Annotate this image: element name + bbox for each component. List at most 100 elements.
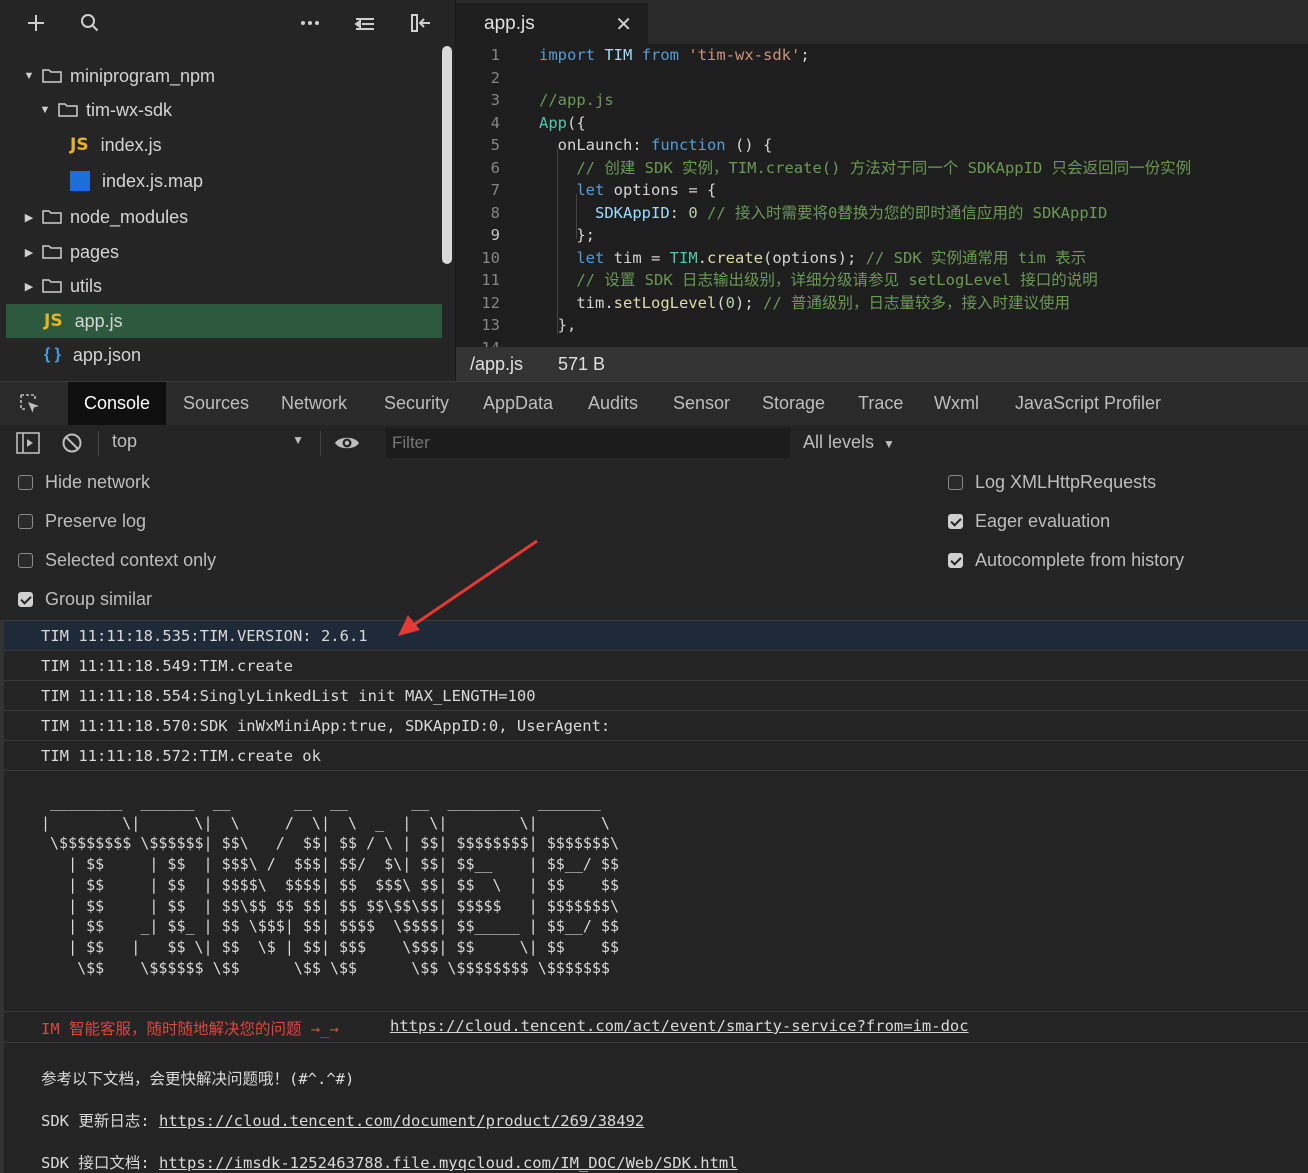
tab-sensor[interactable]: Sensor: [673, 382, 730, 425]
sidebar-toggle-icon[interactable]: [406, 8, 436, 38]
code-line: 7 let options = {: [456, 179, 1308, 201]
folder-open-icon: [58, 103, 78, 117]
autocomplete-from-history-option[interactable]: Autocomplete from history: [948, 550, 1184, 571]
dropdown-arrow-icon: ▼: [883, 437, 895, 451]
api-label: SDK 接口文档:: [41, 1154, 159, 1172]
levels-select[interactable]: All levels ▼: [803, 432, 895, 453]
tree-folder-tim-wx-sdk[interactable]: ▼ tim-wx-sdk: [6, 93, 442, 127]
close-icon[interactable]: ✕: [615, 12, 632, 37]
api-doc-link[interactable]: https://imsdk-1252463788.file.myqcloud.c…: [159, 1154, 738, 1172]
hide-network-option[interactable]: Hide network: [18, 472, 150, 493]
checkbox-checked[interactable]: [948, 553, 963, 568]
line-number: 2: [490, 69, 500, 87]
folder-icon: [42, 279, 62, 293]
tab-audits[interactable]: Audits: [588, 382, 638, 425]
tab-appdata[interactable]: AppData: [483, 382, 553, 425]
file-explorer: ▼ miniprogram_npm ▼ tim-wx-sdk JS index.…: [0, 0, 456, 381]
console-message[interactable]: TIM 11:11:18.554:SinglyLinkedList init M…: [4, 680, 1308, 710]
checkbox[interactable]: [18, 475, 33, 490]
chevron-right-icon: ▶: [24, 246, 34, 259]
js-file-icon: JS: [44, 311, 63, 331]
code-line: 8 SDKAppID: 0 // 接入时需要将0替换为您的即时通信应用的 SDK…: [456, 202, 1308, 224]
selected-context-only-option[interactable]: Selected context only: [18, 550, 216, 571]
console-message[interactable]: TIM 11:11:18.549:TIM.create: [4, 650, 1308, 680]
tree-file-index-js[interactable]: JS index.js: [6, 128, 442, 162]
js-file-icon: JS: [70, 135, 89, 155]
option-label: Preserve log: [45, 511, 147, 531]
tab-app-js[interactable]: app.js ✕: [456, 3, 648, 44]
console-settings: Hide network Preserve log Selected conte…: [0, 462, 1308, 620]
checkbox[interactable]: [18, 553, 33, 568]
levels-value: All levels: [803, 432, 875, 452]
tree-file-app-js[interactable]: JS app.js: [6, 304, 442, 338]
tab-network[interactable]: Network: [281, 382, 347, 425]
more-icon[interactable]: [295, 8, 325, 38]
tree-label: tim-wx-sdk: [86, 99, 172, 120]
folder-icon: [42, 245, 62, 259]
tree-folder-pages[interactable]: ▶ pages: [6, 235, 442, 269]
divider: [98, 431, 99, 456]
tree-folder-utils[interactable]: ▶ utils: [6, 269, 442, 303]
option-label: Log XMLHttpRequests: [975, 472, 1157, 492]
tim-ascii-banner: ________ ______ __ __ __ __ ________ ___…: [41, 793, 619, 977]
changelog-line: SDK 更新日志: https://cloud.tencent.com/docu…: [41, 1109, 644, 1131]
dropdown-arrow-icon: ▼: [292, 433, 304, 447]
line-number: 10: [481, 249, 500, 267]
option-label: Group similar: [45, 589, 153, 609]
collapse-icon[interactable]: [350, 8, 380, 38]
json-file-icon: { }: [44, 346, 61, 363]
filter-input[interactable]: [386, 428, 790, 458]
changelog-link[interactable]: https://cloud.tencent.com/document/produ…: [159, 1112, 644, 1130]
im-service-link[interactable]: https://cloud.tencent.com/act/event/smar…: [390, 1017, 969, 1035]
search-icon[interactable]: [75, 8, 105, 38]
option-label: Autocomplete from history: [975, 550, 1185, 570]
code-line: 5 onLaunch: function () {: [456, 134, 1308, 156]
group-similar-option[interactable]: Group similar: [18, 589, 152, 610]
im-service-message[interactable]: IM 智能客服，随时随地解决您的问题 →_→ https://cloud.ten…: [4, 1011, 1308, 1043]
eye-icon[interactable]: [334, 433, 360, 458]
checkbox[interactable]: [18, 514, 33, 529]
tree-file-index-js-map[interactable]: index.js.map: [6, 164, 442, 198]
api-doc-line: SDK 接口文档: https://imsdk-1252463788.file.…: [41, 1151, 738, 1173]
map-file-icon: [70, 171, 90, 191]
tree-file-app-json[interactable]: { } app.json: [6, 338, 442, 372]
tab-sources[interactable]: Sources: [183, 382, 249, 425]
message-text: TIM 11:11:18.549:TIM.create: [41, 657, 293, 675]
tab-console[interactable]: Console: [68, 382, 167, 425]
checkbox-checked[interactable]: [948, 514, 963, 529]
folder-open-icon: [42, 69, 62, 83]
tree-folder-miniprogram-npm[interactable]: ▼ miniprogram_npm: [6, 59, 442, 93]
console-message[interactable]: TIM 11:11:18.570:SDK inWxMiniApp:true, S…: [4, 710, 1308, 740]
option-label: Selected context only: [45, 550, 217, 570]
clear-console-icon[interactable]: [61, 432, 83, 459]
tree-label: app.js: [74, 310, 123, 331]
line-number: 8: [490, 204, 500, 222]
log-xmlhttprequests-option[interactable]: Log XMLHttpRequests: [948, 472, 1156, 493]
code-editor: app.js ✕ 1 import TIM from 'tim-wx-sdk'; …: [456, 0, 1308, 347]
show-sidebar-icon[interactable]: [16, 432, 40, 459]
tab-javascript-profiler[interactable]: JavaScript Profiler: [1015, 382, 1161, 425]
plus-icon[interactable]: [21, 8, 51, 38]
code-area[interactable]: 1 import TIM from 'tim-wx-sdk'; 2 3//app.…: [456, 44, 1308, 347]
code-line: 14: [456, 337, 1308, 347]
inspect-element-icon[interactable]: [12, 382, 48, 425]
editor-statusbar: /app.js 571 B: [456, 347, 1308, 381]
eager-evaluation-option[interactable]: Eager evaluation: [948, 511, 1110, 532]
console-output[interactable]: TIM 11:11:18.535:TIM.VERSION: 2.6.1 TIM …: [0, 620, 1308, 1173]
console-message[interactable]: TIM 11:11:18.535:TIM.VERSION: 2.6.1: [4, 620, 1308, 650]
tree-folder-node-modules[interactable]: ▶ node_modules: [6, 200, 442, 234]
tab-trace[interactable]: Trace: [858, 382, 903, 425]
explorer-scrollbar[interactable]: [442, 46, 452, 264]
tab-wxml[interactable]: Wxml: [934, 382, 979, 425]
console-message[interactable]: TIM 11:11:18.572:TIM.create ok: [4, 740, 1308, 771]
context-select[interactable]: top ▼: [112, 431, 308, 457]
preserve-log-option[interactable]: Preserve log: [18, 511, 146, 532]
changelog-label: SDK 更新日志:: [41, 1112, 159, 1130]
checkbox[interactable]: [948, 475, 963, 490]
option-label: Eager evaluation: [975, 511, 1111, 531]
tab-label: app.js: [484, 12, 535, 34]
tree-label: utils: [70, 275, 103, 296]
checkbox-checked[interactable]: [18, 592, 33, 607]
tab-security[interactable]: Security: [384, 382, 449, 425]
tab-storage[interactable]: Storage: [762, 382, 825, 425]
